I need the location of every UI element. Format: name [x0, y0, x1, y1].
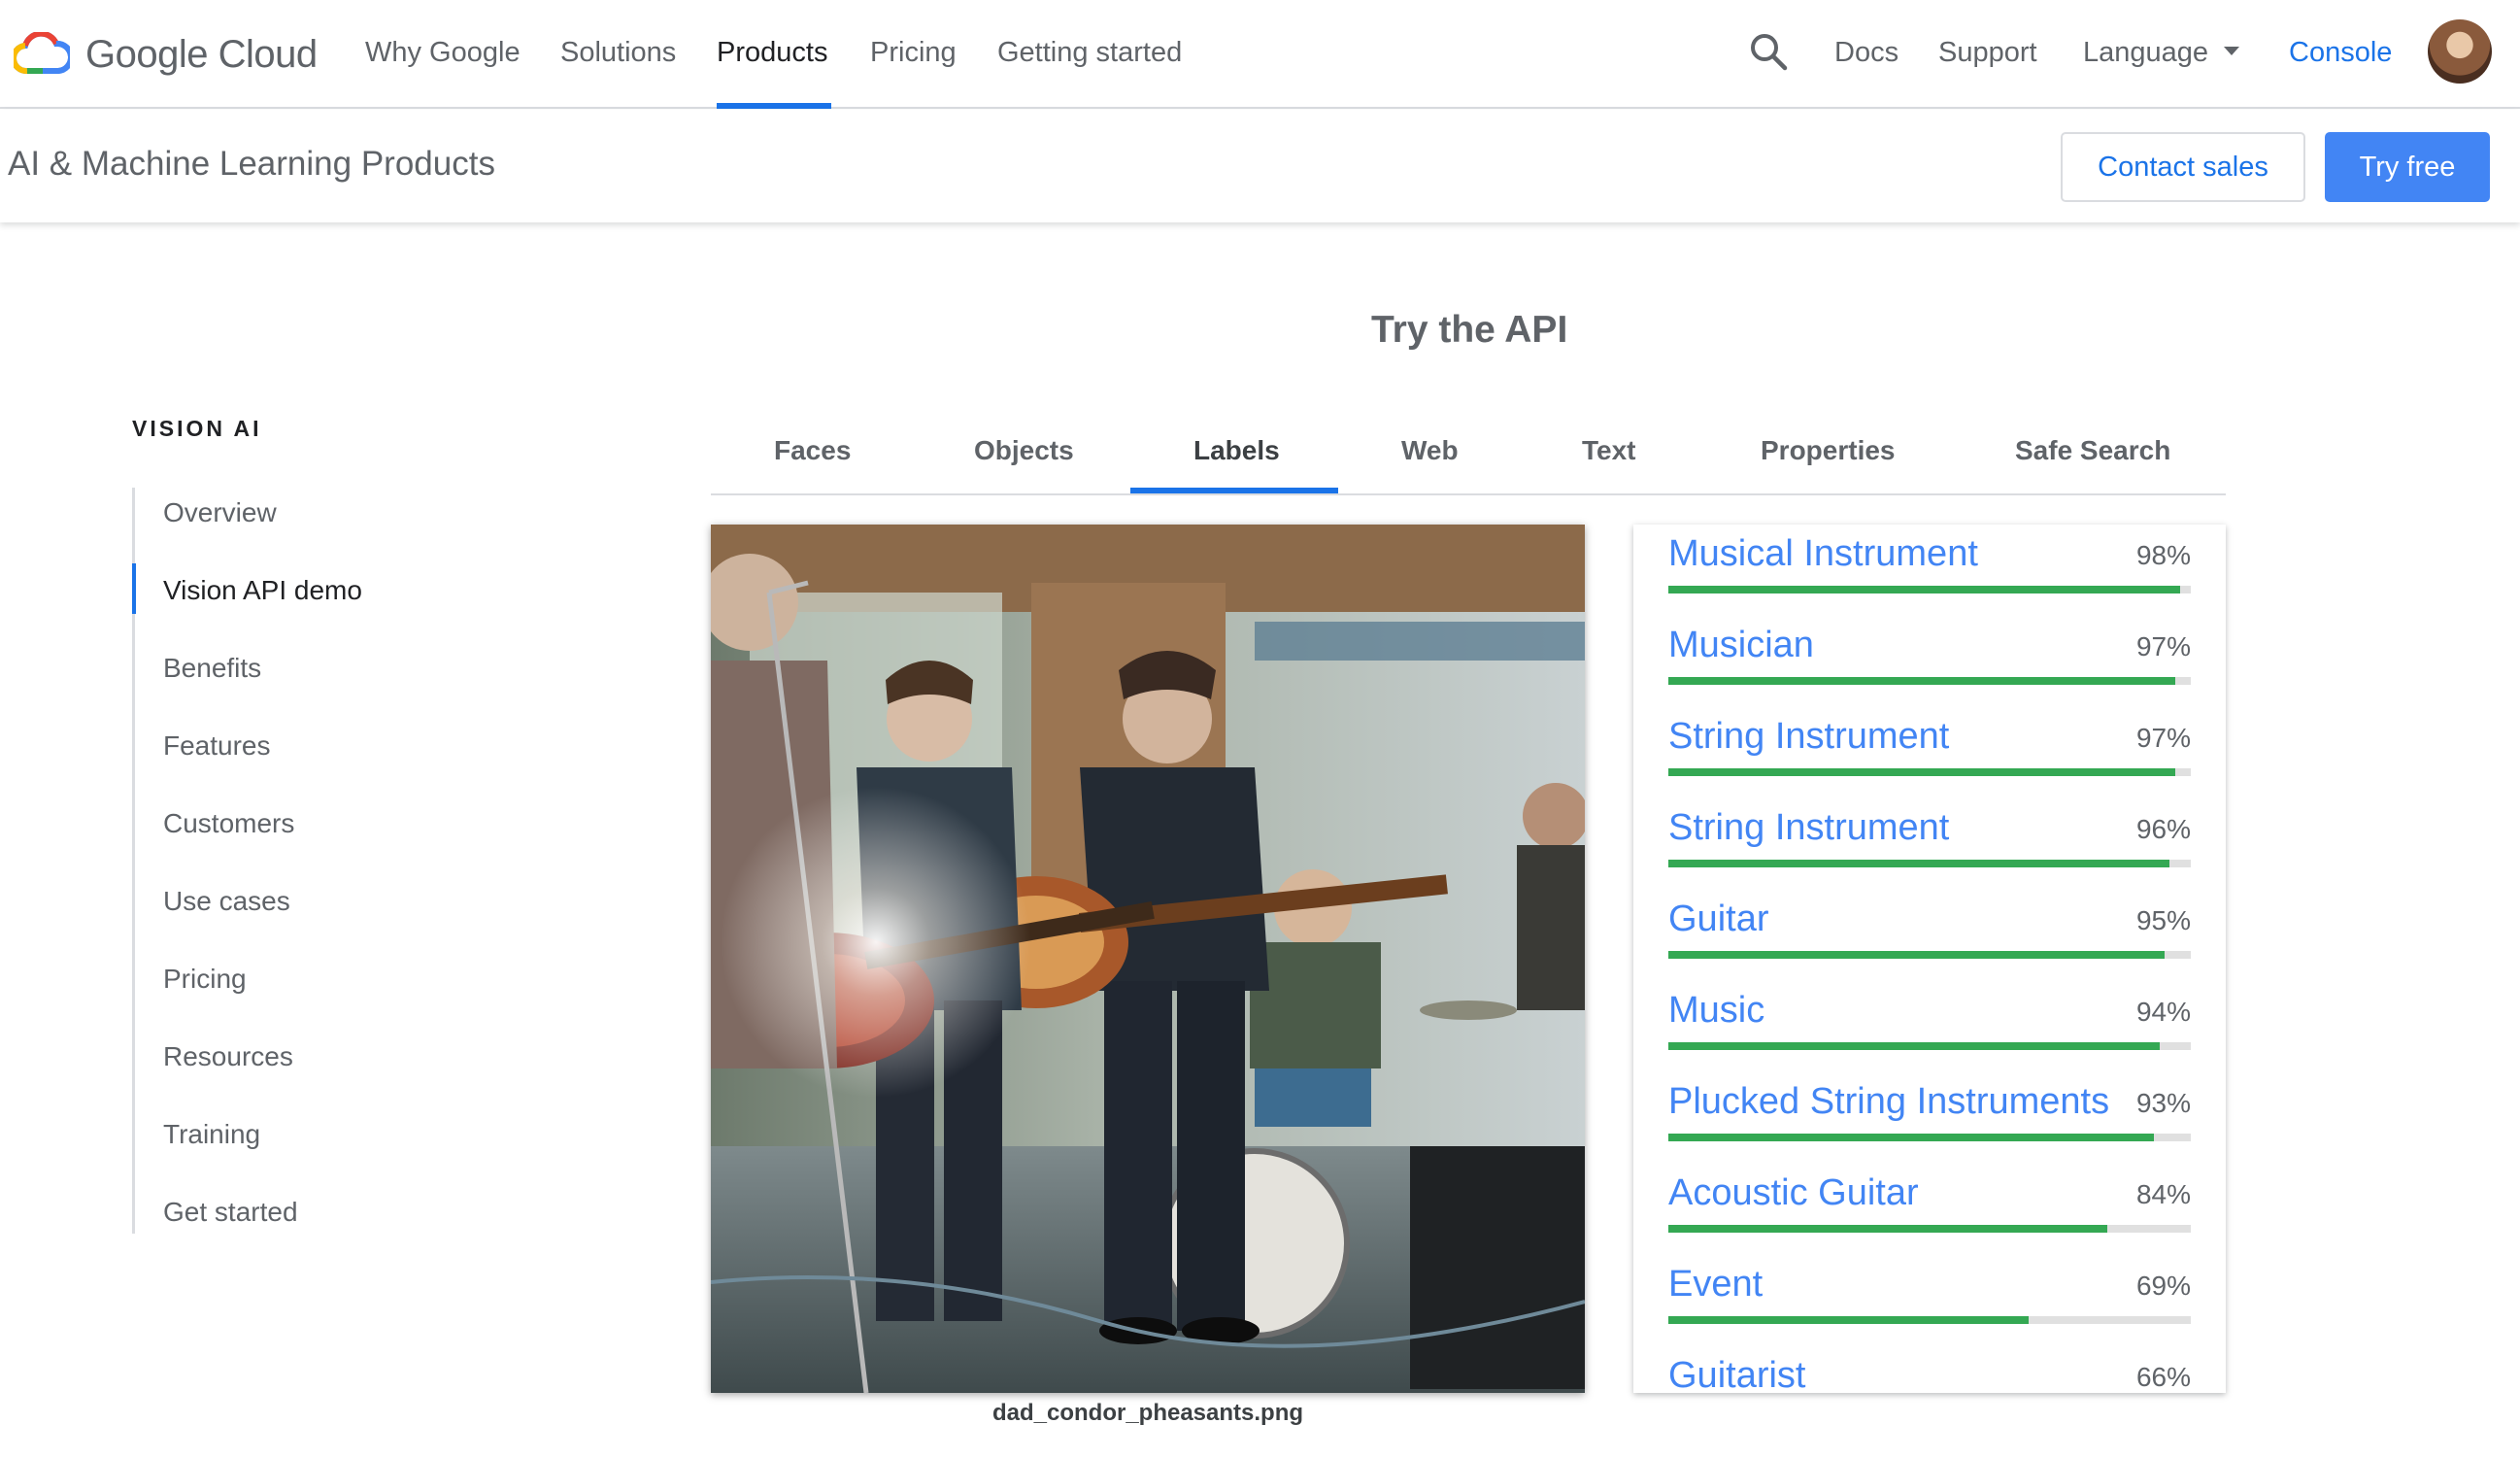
confidence-bar-fill: [1668, 1316, 2030, 1324]
label-name: Musical Instrument: [1668, 533, 1978, 574]
sidebar-item-overview[interactable]: Overview: [163, 490, 362, 567]
confidence-bar-track: [1668, 1225, 2191, 1233]
label-results-panel[interactable]: Musical Instrument 98% Musician 97% Stri…: [1633, 525, 2226, 1393]
tab-active-indicator: [1130, 488, 1338, 493]
page-title: AI & Machine Learning Products: [8, 145, 495, 183]
sub-header: AI & Machine Learning Products Contact s…: [0, 110, 2520, 222]
label-name: Music: [1668, 990, 1765, 1031]
label-row: Event 69%: [1668, 1255, 2191, 1346]
tab-properties[interactable]: Properties: [1761, 431, 1896, 470]
sidebar-item-get-started[interactable]: Get started: [163, 1189, 362, 1267]
confidence-bar-track: [1668, 677, 2191, 685]
label-row: Musician 97%: [1668, 616, 2191, 707]
label-row: Acoustic Guitar 84%: [1668, 1164, 2191, 1255]
sidebar-heading: VISION AI: [132, 416, 262, 441]
label-score: 69%: [2135, 1271, 2191, 1301]
label-row: String Instrument 96%: [1668, 798, 2191, 890]
label-row: Guitar 95%: [1668, 890, 2191, 981]
try-free-button[interactable]: Try free: [2325, 132, 2490, 202]
label-score: 95%: [2135, 905, 2191, 935]
tab-text[interactable]: Text: [1582, 431, 1636, 470]
label-name: Guitar: [1668, 899, 1769, 939]
label-name: Plucked String Instruments: [1668, 1081, 2110, 1122]
avatar[interactable]: [2428, 19, 2492, 84]
label-score: 93%: [2135, 1088, 2191, 1118]
tab-objects[interactable]: Objects: [974, 431, 1074, 470]
sidebar-item-features[interactable]: Features: [163, 723, 362, 800]
sidebar-item-use-cases[interactable]: Use cases: [163, 878, 362, 956]
label-row: String Instrument 97%: [1668, 707, 2191, 798]
sidebar-active-indicator: [132, 563, 136, 614]
confidence-bar-track: [1668, 860, 2191, 867]
demo-title: Try the API: [1371, 309, 1568, 351]
label-row: Guitarist 66%: [1668, 1346, 2191, 1393]
label-score: 84%: [2135, 1179, 2191, 1209]
tab-safe-search[interactable]: Safe Search: [2015, 431, 2170, 470]
confidence-bar-fill: [1668, 1134, 2155, 1141]
google-cloud-logo[interactable]: Google Cloud: [14, 27, 318, 82]
label-name: Acoustic Guitar: [1668, 1172, 1919, 1213]
sidebar-item-training[interactable]: Training: [163, 1111, 362, 1189]
nav-solutions[interactable]: Solutions: [560, 33, 676, 72]
top-nav: Google Cloud Why Google Solutions Produc…: [0, 0, 2520, 109]
caret-down-icon: [2224, 46, 2240, 55]
confidence-bar-track: [1668, 951, 2191, 959]
label-name: Event: [1668, 1264, 1764, 1305]
confidence-bar-track: [1668, 1042, 2191, 1050]
logo-text: Google Cloud: [85, 32, 318, 76]
confidence-bar-track: [1668, 1316, 2191, 1324]
label-score: 97%: [2135, 723, 2191, 753]
label-score: 66%: [2135, 1362, 2191, 1392]
label-score: 94%: [2135, 997, 2191, 1027]
sidebar-nav: Overview Vision API demo Benefits Featur…: [163, 490, 362, 1267]
demo-tabs: Faces Objects Labels Web Text Properties…: [711, 420, 2226, 495]
language-selector[interactable]: Language: [2083, 33, 2240, 72]
nav-active-indicator: [717, 103, 831, 109]
tab-labels[interactable]: Labels: [1193, 431, 1280, 470]
image-caption: dad_condor_pheasants.png: [991, 1400, 1304, 1426]
confidence-bar-fill: [1668, 1225, 2107, 1233]
search-icon[interactable]: [1748, 31, 1789, 72]
google-cloud-logo-icon: [14, 32, 70, 75]
label-row: Musical Instrument 98%: [1668, 525, 2191, 616]
sidebar-item-customers[interactable]: Customers: [163, 800, 362, 878]
confidence-bar-fill: [1668, 768, 2175, 776]
tab-web[interactable]: Web: [1401, 431, 1459, 470]
nav-docs[interactable]: Docs: [1834, 33, 1898, 72]
label-score: 97%: [2135, 631, 2191, 661]
confidence-bar-track: [1668, 768, 2191, 776]
label-score: 98%: [2135, 540, 2191, 570]
confidence-bar-fill: [1668, 586, 2181, 593]
nav-products[interactable]: Products: [717, 33, 827, 72]
sidebar-item-resources[interactable]: Resources: [163, 1034, 362, 1111]
label-name: String Instrument: [1668, 807, 1950, 848]
contact-sales-button[interactable]: Contact sales: [2061, 132, 2305, 202]
analyzed-image: [711, 525, 1585, 1393]
band-photo: [711, 525, 1585, 1393]
nav-console[interactable]: Console: [2289, 33, 2392, 72]
nav-why-google[interactable]: Why Google: [365, 33, 521, 72]
sidebar-item-pricing[interactable]: Pricing: [163, 956, 362, 1034]
confidence-bar-fill: [1668, 951, 2166, 959]
confidence-bar-fill: [1668, 860, 2170, 867]
confidence-bar-fill: [1668, 677, 2175, 685]
label-name: String Instrument: [1668, 716, 1950, 757]
label-row: Plucked String Instruments 93%: [1668, 1072, 2191, 1164]
nav-pricing[interactable]: Pricing: [870, 33, 957, 72]
label-name: Guitarist: [1668, 1355, 1806, 1393]
confidence-bar-track: [1668, 586, 2191, 593]
sidebar-item-benefits[interactable]: Benefits: [163, 645, 362, 723]
label-name: Musician: [1668, 625, 1814, 665]
label-row: Music 94%: [1668, 981, 2191, 1072]
confidence-bar-track: [1668, 1134, 2191, 1141]
confidence-bar-fill: [1668, 1042, 2160, 1050]
sidebar-item-vision-api-demo[interactable]: Vision API demo: [163, 567, 362, 645]
nav-support[interactable]: Support: [1938, 33, 2037, 72]
label-score: 96%: [2135, 814, 2191, 844]
language-label: Language: [2083, 37, 2209, 68]
tab-faces[interactable]: Faces: [774, 431, 851, 470]
nav-getting-started[interactable]: Getting started: [997, 33, 1182, 72]
